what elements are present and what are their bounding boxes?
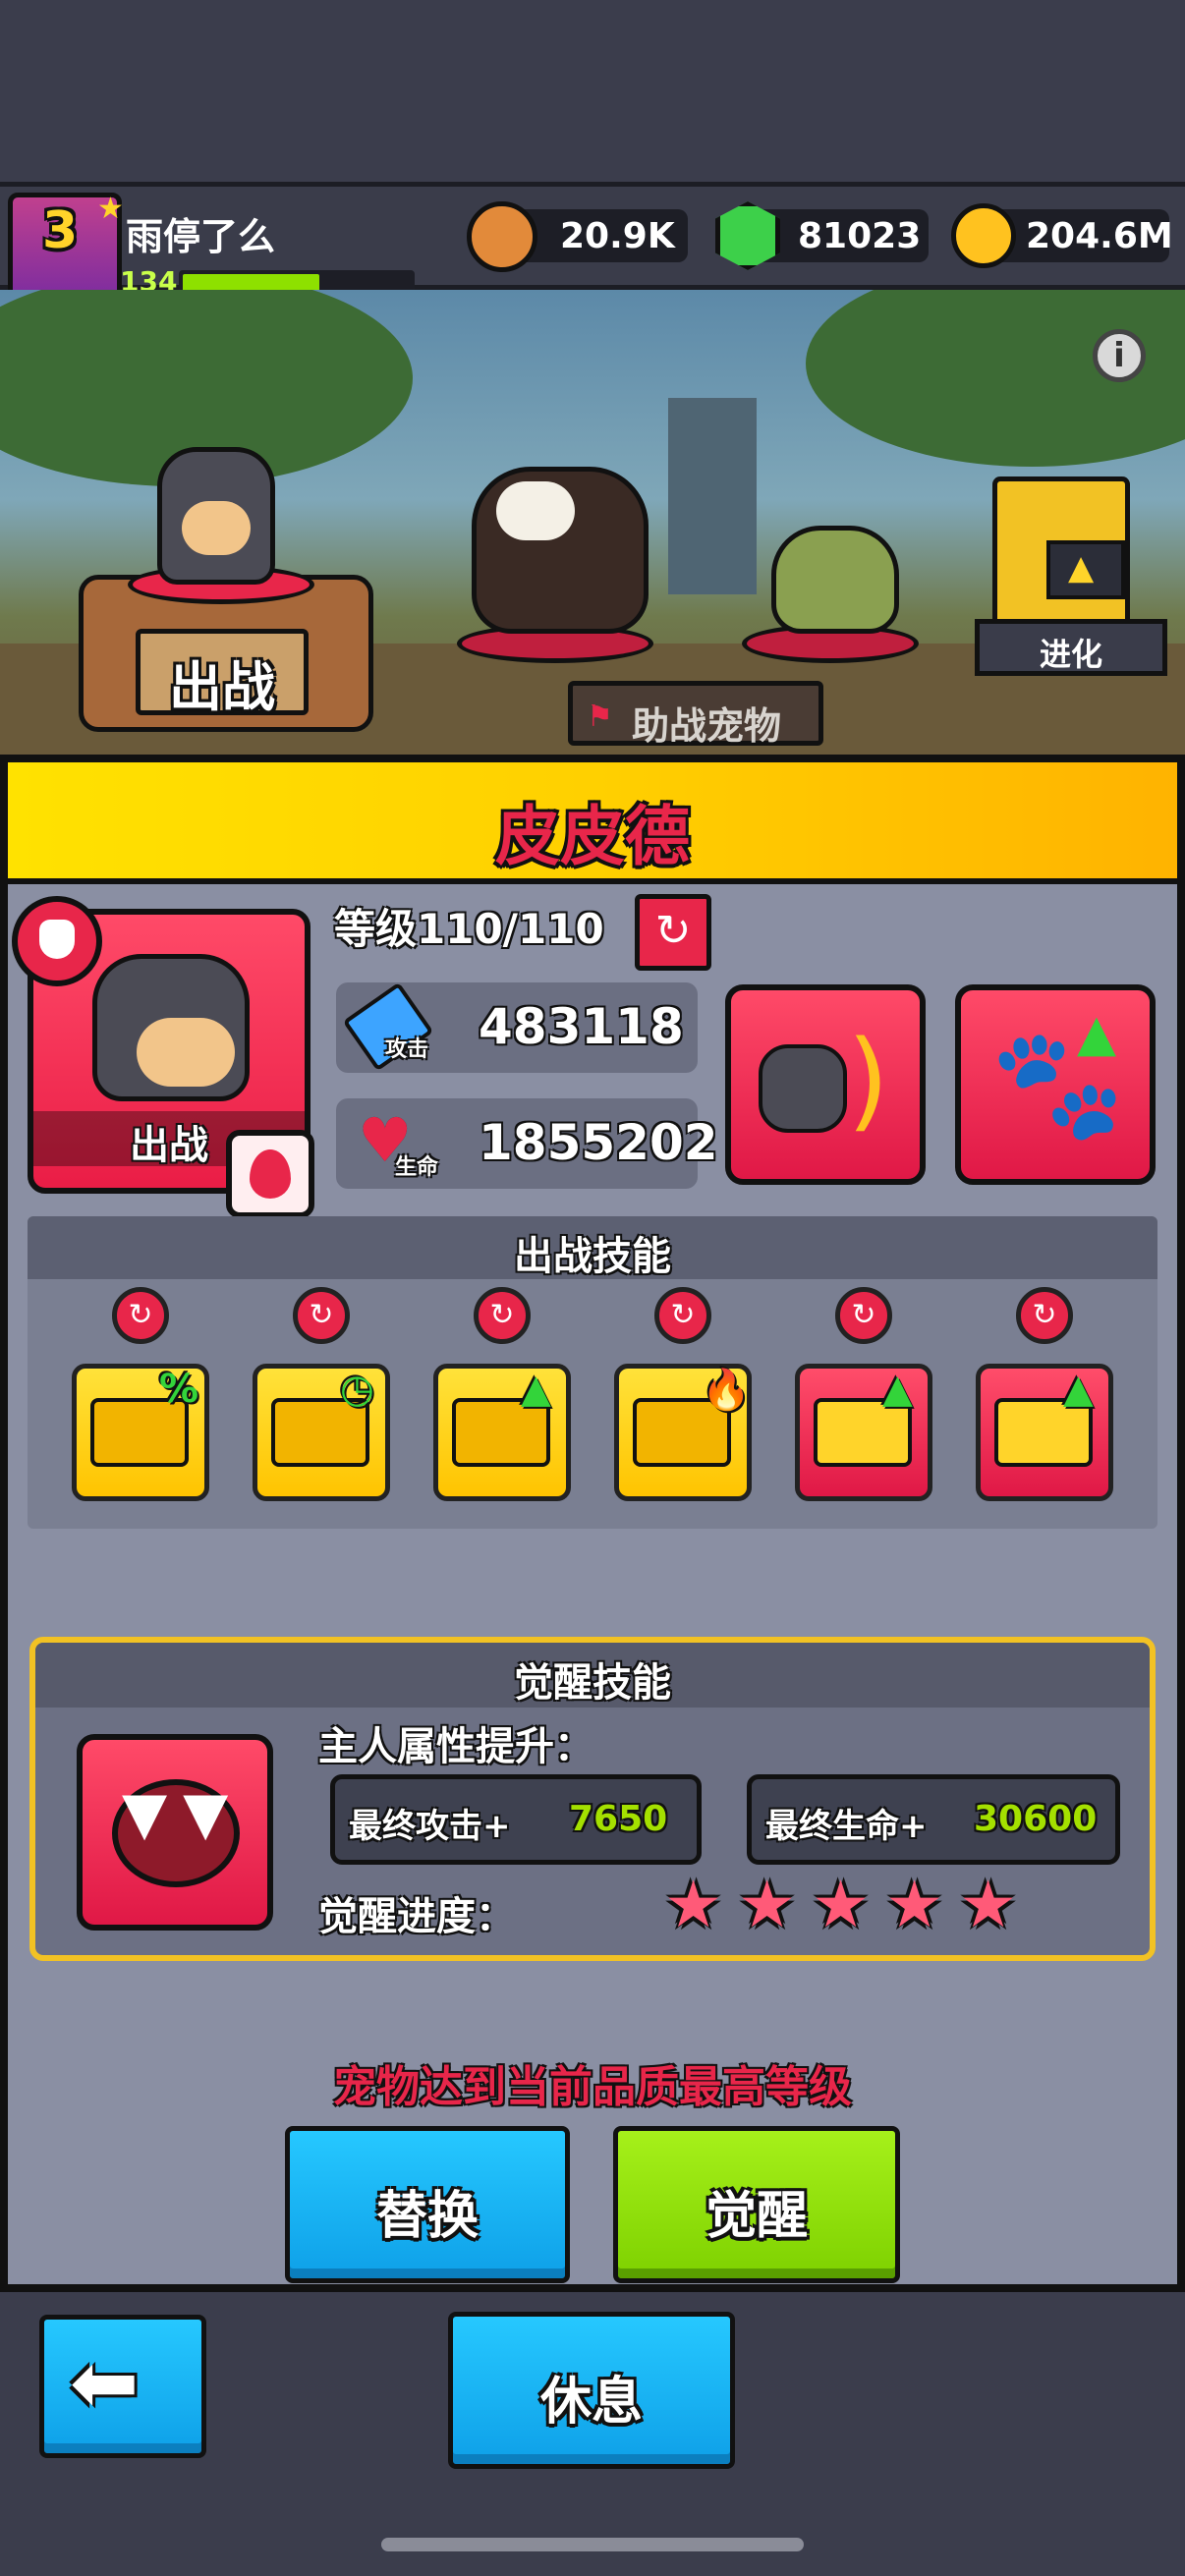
refresh-icon: ↻ [128,1298,153,1332]
deploy-sign-label: 出战 [169,656,275,718]
final-attack-box: 最终攻击+ 7650 [330,1774,702,1865]
back-arrow-icon: ⬅ [70,2334,140,2431]
final-attack-label: 最终攻击+ [349,1807,511,1846]
evolve-button[interactable]: 进化 [975,619,1167,676]
vip-level-badge: 3 [42,201,79,260]
dog-face [182,501,251,555]
skill-swap-button[interactable]: ↻ [112,1287,169,1344]
hp-label: 生命 [395,1155,439,1180]
barking-dog-icon [759,1044,847,1133]
gold-coin-icon[interactable] [951,203,1016,268]
attack-value: 483118 [479,998,684,1055]
refresh-icon: ↻ [309,1298,334,1332]
battle-skill-tile[interactable]: ▲ [433,1364,571,1501]
pet-name: 皮皮德 [495,799,690,874]
assist-pets-sign[interactable]: ⚑ 助战宠物 [568,681,823,748]
home-indicator [381,2538,804,2551]
player-name: 雨停了么 [126,215,276,258]
currency-lion-value: 20.9K [560,216,675,256]
flame-shape [250,1149,291,1199]
eagle-pet-icon[interactable] [472,467,649,634]
owner-bonus-label: 主人属性提升： [318,1724,593,1769]
skill-modifier-mark: 🔥 [702,1368,751,1413]
final-hp-value: 30600 [974,1799,1098,1839]
back-button[interactable]: ⬅ [39,2315,206,2458]
bark-skill-button[interactable]: ) [725,984,926,1185]
awaken-star-icon: ★ [738,1867,797,1942]
hp-stat-box: ♥ 生命 1855202 [336,1098,718,1189]
currency-gem-value: 81023 [798,216,922,256]
awaken-label: 觉醒 [705,2187,808,2246]
info-icon[interactable]: i [1093,329,1146,382]
frog-pet-icon[interactable] [771,526,899,634]
replace-button[interactable]: 替换 [285,2126,570,2283]
evolve-label: 进化 [1039,636,1102,673]
battle-skill-tile[interactable]: 🔥 [614,1364,752,1501]
skill-modifier-mark: ▲ [882,1367,913,1412]
dog-pet-icon[interactable] [157,447,275,585]
skill-modifier-mark: ▲ [521,1367,551,1412]
sound-wave-icon: ) [847,1017,889,1143]
battle-skill-tile[interactable]: ▲ [795,1364,932,1501]
dog-portrait-icon [92,954,250,1101]
skill-swap-button[interactable]: ↻ [835,1287,892,1344]
awaken-star-icon: ★ [959,1867,1018,1942]
fire-element-icon [226,1130,314,1218]
eagle-head [496,481,575,540]
assist-pets-label: 助战宠物 [632,704,782,748]
attack-label: 攻击 [385,1037,429,1062]
attack-stat-box: 攻击 483118 [336,981,698,1073]
pet-type-badge-icon [12,896,102,986]
max-level-notice: 宠物达到当前品质最高等级 [333,2062,852,2112]
wolf-head-icon [39,920,75,959]
skill-swap-button[interactable]: ↻ [474,1287,531,1344]
refresh-icon: ↻ [1032,1298,1057,1332]
final-attack-value: 7650 [569,1799,668,1839]
battle-skill-tile[interactable]: ◷ [253,1364,390,1501]
battle-skill-tile[interactable]: ▲ [976,1364,1113,1501]
awaken-star-icon: ★ [885,1867,944,1942]
awaken-title: 觉醒技能 [514,1660,671,1706]
evolve-screen: ▲ [1046,540,1125,599]
skill-modifier-mark: ▲ [1063,1367,1094,1412]
dog-portrait-face [137,1018,235,1087]
reset-level-button[interactable]: ↻ [635,894,711,971]
deploy-sign[interactable]: 出战 [136,629,309,718]
pet-scene: 出战 ⚑ 助战宠物 ▲ 进化 i [0,290,1185,756]
skill-swap-button[interactable]: ↻ [654,1287,711,1344]
skill-modifier-mark: % [159,1367,199,1412]
refresh-icon: ↻ [851,1298,876,1332]
awaken-progress-label: 觉醒进度： [318,1894,515,1939]
building-silhouette [668,398,757,594]
skill-modifier-mark: ◷ [340,1367,374,1412]
hp-value: 1855202 [479,1114,718,1171]
skill-swap-button[interactable]: ↻ [293,1287,350,1344]
awaken-star-icon: ★ [664,1867,723,1942]
awaken-star-icon: ★ [812,1867,871,1942]
star-icon: ★ [97,192,124,226]
rest-button[interactable]: 休息 [448,2312,735,2469]
up-arrow-icon: ▲ [1068,548,1095,588]
flag-icon: ⚑ [587,700,613,734]
lion-coin-icon[interactable] [467,201,537,272]
final-hp-label: 最终生命+ [765,1807,928,1846]
final-hp-box: 最终生命+ 30600 [747,1774,1120,1865]
refresh-icon: ↻ [489,1298,515,1332]
fangs: ▼▼ [122,1779,245,1848]
awaken-button[interactable]: 觉醒 [613,2126,900,2283]
refresh-icon: ↻ [670,1298,696,1332]
battle-skills-title: 出战技能 [514,1234,671,1279]
rest-label: 休息 [539,2373,643,2432]
currency-gold-value: 204.6M [1026,216,1173,256]
skill-swap-button[interactable]: ↻ [1016,1287,1073,1344]
pet-level-text: 等级110/110 [334,905,604,953]
paw-upgrade-button[interactable]: 🐾 ▲ [955,984,1156,1185]
green-up-arrow-icon: ▲ [1077,1004,1116,1063]
awaken-skill-icon[interactable]: ▼▼ [77,1734,273,1931]
status-area [0,0,1185,182]
refresh-icon: ↻ [654,906,692,956]
battle-skill-tile[interactable]: % [72,1364,209,1501]
pet-name-banner: 皮皮德 [8,762,1177,884]
replace-label: 替换 [375,2187,479,2246]
